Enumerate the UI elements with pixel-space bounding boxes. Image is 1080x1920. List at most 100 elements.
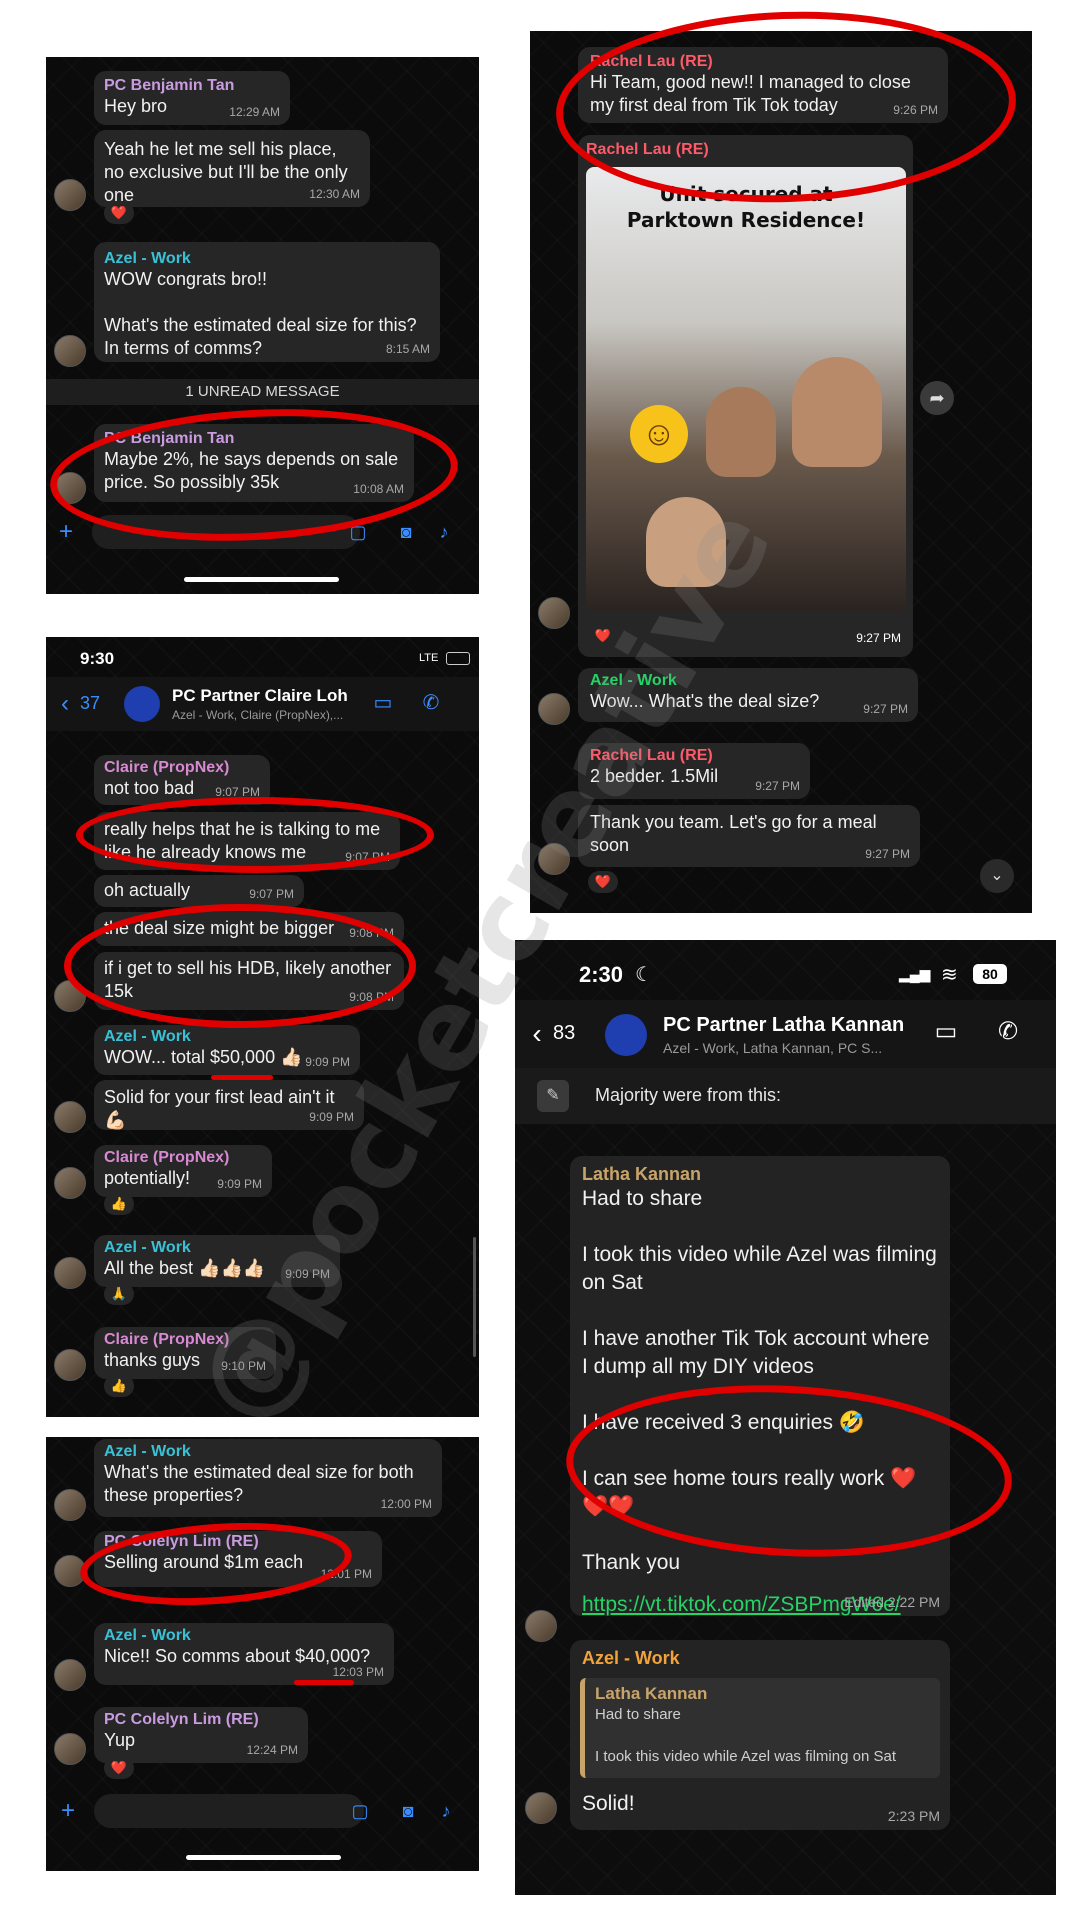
avatar[interactable] [54, 1101, 86, 1133]
avatar[interactable] [54, 1659, 86, 1691]
avatar[interactable] [54, 335, 86, 367]
avatar[interactable] [54, 1489, 86, 1521]
message-text: WOW congrats bro!! What's the estimated … [104, 269, 417, 358]
avatar[interactable] [525, 1610, 557, 1642]
avatar[interactable] [54, 1733, 86, 1765]
heart-reaction-icon[interactable]: ❤️ [104, 202, 134, 224]
scrollbar[interactable] [473, 1237, 476, 1357]
avatar[interactable] [54, 1257, 86, 1289]
message-bubble[interactable]: Yeah he let me sell his place, no exclus… [94, 130, 370, 207]
person-silhouette [646, 497, 726, 587]
message-time: 12:24 PM [246, 1743, 298, 1757]
battery-icon [446, 652, 470, 665]
heart-reaction-icon[interactable]: ❤️ [588, 871, 618, 893]
smiley-face-icon: ☺ [630, 405, 688, 463]
camera-icon[interactable]: ◙ [394, 520, 418, 544]
message-time: 2:23 PM [887, 1808, 940, 1824]
quoted-sender: Latha Kannan [595, 1684, 708, 1703]
add-attachment-icon[interactable]: + [56, 1799, 80, 1823]
back-count[interactable]: 83 [553, 1022, 575, 1045]
message-bubble[interactable]: Azel - Work What's the estimated deal si… [94, 1439, 442, 1517]
thumbs-up-reaction-icon[interactable]: 👍 [104, 1375, 134, 1397]
message-time: 9:09 PM [285, 1267, 330, 1281]
avatar[interactable] [538, 693, 570, 725]
scroll-down-icon[interactable]: ⌄ [980, 859, 1014, 893]
message-bubble[interactable]: Claire (PropNex) thanks guys 9:10 PM [94, 1327, 276, 1379]
pray-reaction-icon[interactable]: 🙏 [104, 1283, 134, 1305]
message-sender: Claire (PropNex) [104, 759, 230, 776]
group-avatar[interactable] [124, 686, 160, 722]
message-sender: Claire (PropNex) [104, 1331, 230, 1348]
message-time: 12:03 PM [332, 1665, 384, 1679]
avatar[interactable] [54, 179, 86, 211]
forward-icon[interactable]: ➦ [920, 381, 954, 415]
message-text: Solid! [582, 1792, 635, 1815]
avatar[interactable] [54, 1167, 86, 1199]
heart-reaction-icon[interactable]: ❤️ [104, 1757, 134, 1779]
quoted-message[interactable]: Latha Kannan Had to share I took this vi… [580, 1678, 940, 1778]
avatar[interactable] [538, 597, 570, 629]
message-time: 9:09 PM [217, 1177, 262, 1191]
add-attachment-icon[interactable]: + [54, 520, 78, 544]
message-time: 9:27 PM [863, 702, 908, 716]
message-sender: Azel - Work [104, 1239, 191, 1256]
message-input[interactable] [94, 1794, 364, 1828]
message-bubble[interactable]: Azel - Work Latha Kannan Had to share I … [570, 1640, 950, 1830]
message-bubble[interactable]: PC Colelyn Lim (RE) Yup 12:24 PM [94, 1707, 308, 1763]
message-bubble[interactable]: Azel - Work WOW congrats bro!! What's th… [94, 242, 440, 362]
back-chevron-icon[interactable]: ‹ [56, 692, 74, 716]
message-sender: Latha Kannan [582, 1164, 702, 1184]
shared-photo[interactable]: Unit secured at Parktown Residence! ☺ [586, 167, 906, 611]
phone-icon[interactable]: ✆ [418, 691, 444, 715]
message-sender: Claire (PropNex) [104, 1149, 230, 1166]
person-silhouette [792, 357, 882, 467]
group-avatar[interactable] [605, 1014, 647, 1056]
message-sender: Azel - Work [104, 1443, 191, 1460]
message-bubble[interactable]: Azel - Work WOW... total $50,000 👍🏻 9:09… [94, 1025, 360, 1075]
photo-message-bubble[interactable]: Rachel Lau (RE) Unit secured at Parktown… [578, 135, 913, 657]
microphone-icon[interactable]: ♪ [432, 520, 456, 544]
microphone-icon[interactable]: ♪ [434, 1799, 458, 1823]
avatar[interactable] [525, 1792, 557, 1824]
message-bubble[interactable]: Solid for your first lead ain't it 💪🏻 9:… [94, 1080, 364, 1130]
moon-icon: ☾ [635, 964, 653, 986]
message-bubble[interactable]: Thank you team. Let's go for a meal soon… [578, 805, 920, 867]
unread-divider: 1 UNREAD MESSAGE [46, 379, 479, 405]
video-call-icon[interactable]: ▭ [931, 1020, 961, 1044]
red-annotation-oval [64, 904, 416, 1028]
thumbs-up-reaction-icon[interactable]: 👍 [104, 1193, 134, 1215]
message-time: 12:30 AM [309, 187, 360, 201]
avatar[interactable] [54, 1349, 86, 1381]
phone-icon[interactable]: ✆ [993, 1020, 1023, 1044]
message-time: 12:29 AM [229, 105, 280, 119]
message-bubble[interactable]: oh actually 9:07 PM [94, 875, 304, 907]
heart-reaction-icon[interactable]: ❤️ [588, 625, 618, 647]
sticker-icon[interactable]: ▢ [348, 1799, 372, 1823]
message-bubble[interactable]: Azel - Work Wow... What's the deal size?… [578, 668, 918, 722]
message-bubble[interactable]: Claire (PropNex) potentially! 9:09 PM [94, 1145, 272, 1197]
message-sender: PC Colelyn Lim (RE) [104, 1711, 259, 1728]
message-time: 9:09 PM [305, 1055, 350, 1069]
message-sender: Azel - Work [104, 1627, 191, 1644]
message-bubble[interactable]: Azel - Work All the best 👍🏻👍🏻👍🏻 9:09 PM [94, 1235, 340, 1287]
chat-title[interactable]: PC Partner Latha Kannan [663, 1014, 904, 1037]
message-bubble[interactable]: Azel - Work Nice!! So comms about $40,00… [94, 1623, 394, 1685]
video-call-icon[interactable]: ▭ [370, 691, 396, 715]
message-time: Edited 2:22 PM [844, 1594, 940, 1610]
signal-icon: ▂▄▆ [899, 966, 931, 982]
message-time: 9:27 PM [865, 847, 910, 861]
message-bubble[interactable]: PC Benjamin Tan Hey bro 12:29 AM [94, 71, 290, 125]
avatar[interactable] [538, 843, 570, 875]
back-count[interactable]: 37 [80, 693, 100, 714]
pinned-message-bar[interactable]: ✎ Majority were from this: [515, 1068, 1056, 1124]
message-sender: Azel - Work [590, 672, 677, 689]
status-time: 2:30 [579, 962, 624, 987]
chat-title[interactable]: PC Partner Claire Loh [172, 686, 348, 706]
back-chevron-icon[interactable]: ‹ [527, 1020, 547, 1048]
chat-header: ‹ 83 PC Partner Latha Kannan Azel - Work… [515, 1000, 1056, 1068]
message-bubble[interactable]: Rachel Lau (RE) 2 bedder. 1.5Mil 9:27 PM [578, 743, 810, 799]
chat-subtitle: Azel - Work, Claire (PropNex),... [172, 708, 344, 722]
camera-icon[interactable]: ◙ [396, 1799, 420, 1823]
red-underline [211, 1075, 273, 1080]
message-time: 9:10 PM [221, 1359, 266, 1373]
